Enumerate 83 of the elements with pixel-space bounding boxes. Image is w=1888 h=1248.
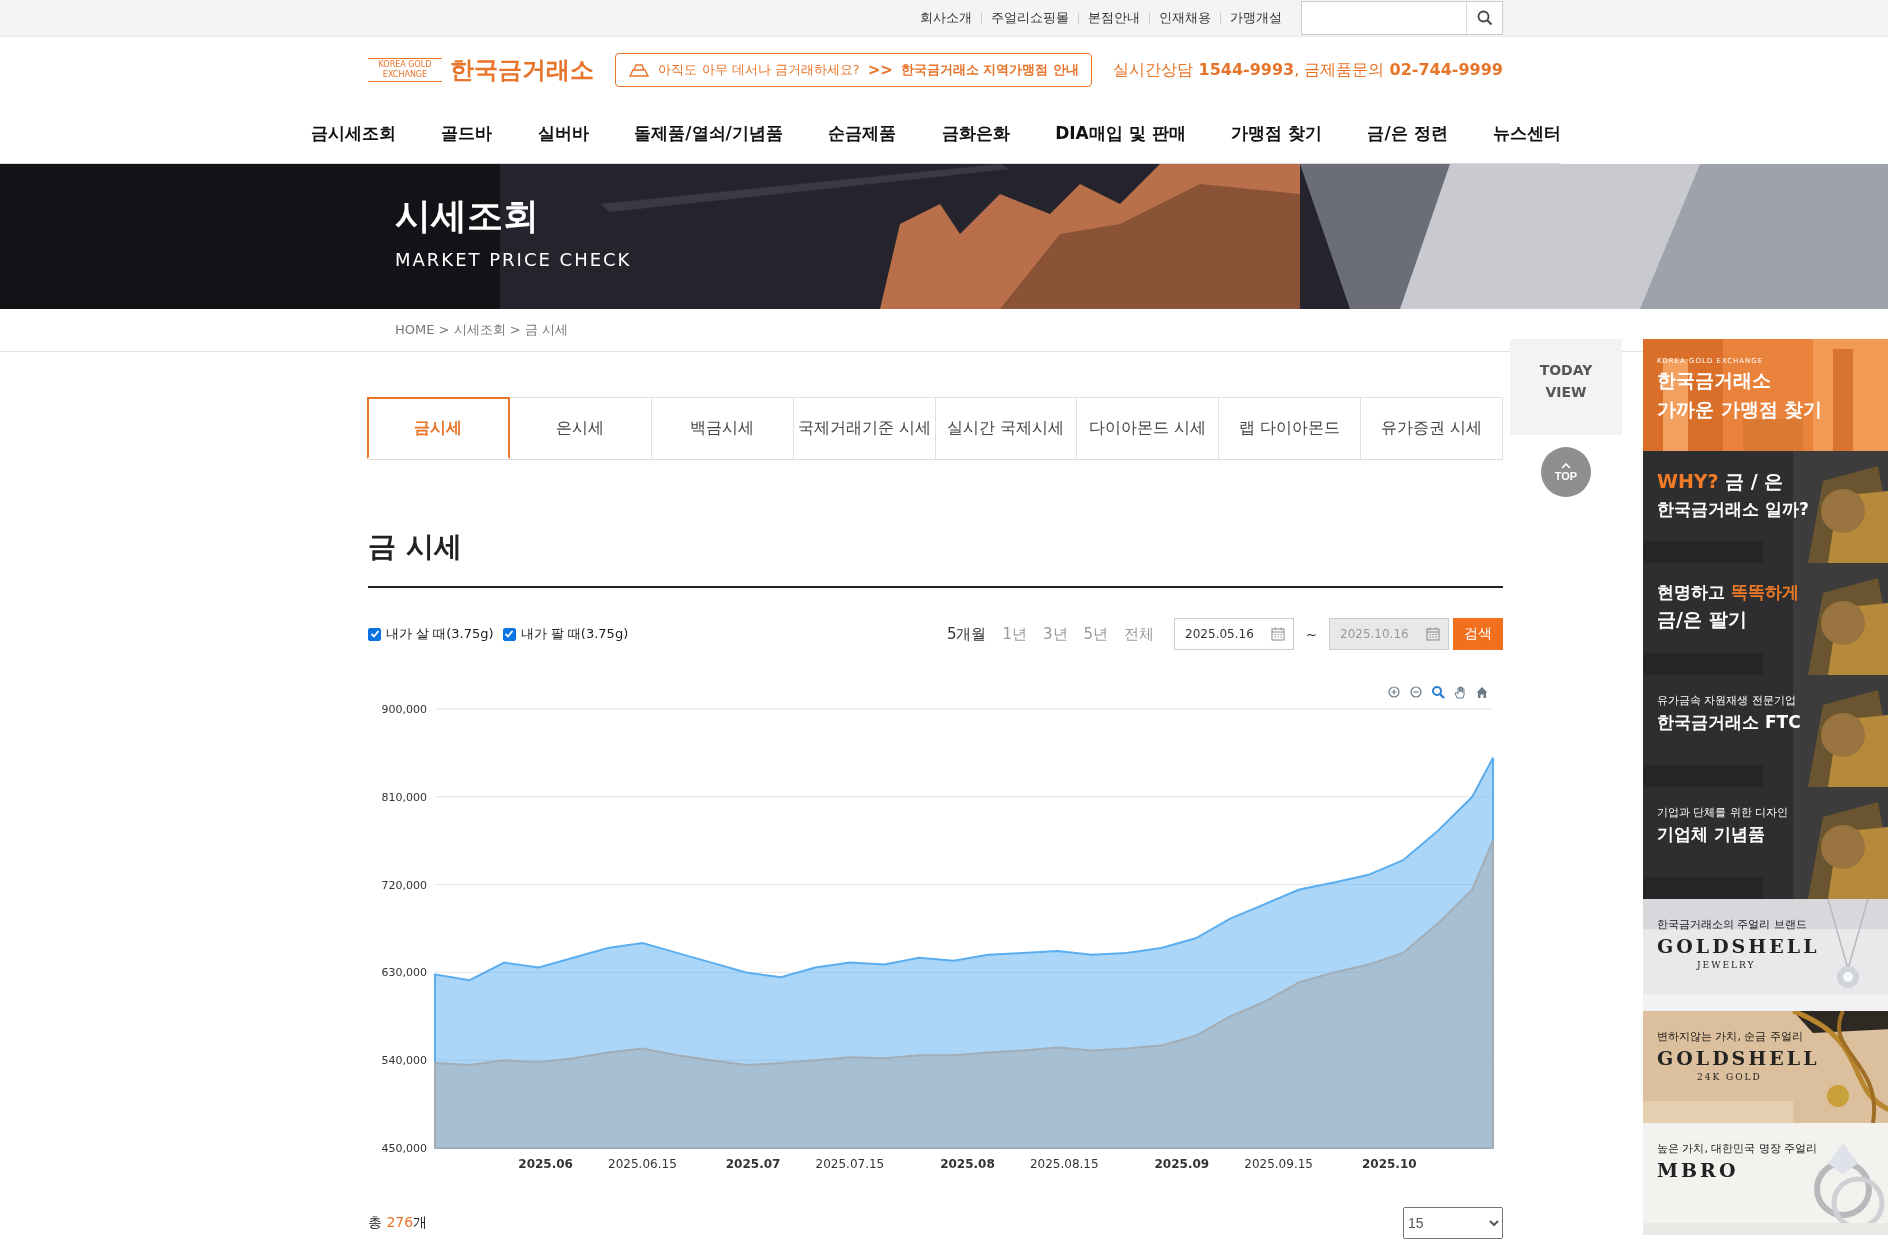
banner-text: 한국금거래소 일까? — [1657, 498, 1809, 521]
top-link[interactable]: 가맹개설 — [1221, 9, 1291, 27]
axis-label: 2025.09.15 — [1244, 1157, 1313, 1171]
search-icon — [1476, 10, 1493, 26]
banner-text: 기업과 단체를 위한 디자인 — [1657, 805, 1789, 820]
nav-item[interactable]: 금화은화 — [941, 121, 1010, 145]
zoom-out-icon[interactable] — [1410, 686, 1422, 698]
promo-banner[interactable]: 유가금속 자원재생 전문기업 한국금거래소 FTC — [1643, 675, 1888, 787]
axis-label: 630,000 — [381, 966, 427, 980]
top-link[interactable]: 인재채용 — [1150, 9, 1220, 27]
nav-item[interactable]: 금/은 정련 — [1367, 121, 1448, 145]
promo-banner[interactable]: 현명하고 똑똑하게 금/은 팔기 — [1643, 563, 1888, 675]
axis-label: 810,000 — [381, 790, 427, 804]
top-link[interactable]: 회사소개 — [911, 9, 981, 27]
banner-text: 높은 가치, 대한민국 명장 주얼리 — [1657, 1141, 1818, 1156]
brand-caption: 24K GOLD — [1697, 1072, 1762, 1082]
brand-logo: MBRO — [1657, 1159, 1739, 1181]
checkbox[interactable] — [368, 627, 381, 641]
top-link[interactable]: 본점안내 — [1079, 9, 1149, 27]
axis-label: 450,000 — [381, 1142, 427, 1155]
today-view-label: TODAY VIEW — [1510, 339, 1622, 435]
home-icon[interactable] — [1476, 687, 1488, 698]
banner-text: 금/은 팔기 — [1657, 607, 1747, 632]
tab[interactable]: 유가증권 시세 — [1360, 397, 1503, 459]
period-option[interactable]: 5개월 — [938, 624, 995, 644]
nav-item[interactable]: 금시세조회 — [311, 121, 396, 145]
axis-label: 2025.06 — [518, 1157, 573, 1171]
axis-label: 2025.07 — [725, 1157, 781, 1171]
magnifier-icon[interactable] — [1432, 686, 1445, 699]
nav-item[interactable]: 실버바 — [537, 121, 589, 145]
search-field[interactable] — [1301, 1, 1503, 35]
banner-text: WHY? 금 / 은 — [1657, 469, 1784, 494]
promo-banner[interactable]: WHY? 금 / 은 한국금거래소 일까? — [1643, 451, 1888, 563]
nav-item[interactable]: 돌제품/열쇠/기념품 — [634, 121, 783, 145]
banner-text: 한국금거래소의 주얼리 브랜드 — [1657, 917, 1807, 932]
nav-item[interactable]: DIA매입 및 판매 — [1055, 121, 1186, 145]
promo-banner[interactable]: 높은 가치, 대한민국 명장 주얼리 MBRO — [1643, 1123, 1888, 1235]
banner-text: 한국금거래소 — [1657, 368, 1771, 393]
promo-banner[interactable]: 기업과 단체를 위한 디자인 기업체 기념품 — [1643, 787, 1888, 899]
breadcrumb: HOME > 시세조회 > 금 시세 — [394, 321, 568, 339]
section-title: 금 시세 — [368, 528, 1503, 588]
nav-item[interactable]: 골드바 — [441, 121, 493, 145]
logo-mark: KOREA GOLD EXCHANGE — [368, 58, 442, 82]
page-title: 시세조회 — [395, 194, 539, 238]
axis-label: 2025.10 — [1361, 1157, 1417, 1171]
banner-text: 유가금속 자원재생 전문기업 — [1657, 693, 1796, 708]
contact-info: 실시간상담 1544-9993, 금제품문의 02-744-9999 — [1113, 59, 1503, 81]
banner-text: 변하지않는 가치, 순금 주얼리 — [1657, 1029, 1803, 1044]
brand-logo: GOLDSHELL — [1657, 1047, 1820, 1069]
checkbox-label: 내가 살 때(3.75g) — [386, 625, 494, 643]
axis-label: 2025.09 — [1154, 1157, 1210, 1171]
nav-item[interactable]: 가맹점 찾기 — [1231, 121, 1322, 145]
top-link[interactable]: 주얼리쇼핑몰 — [982, 9, 1078, 27]
checkbox-label: 내가 팔 때(3.75g) — [520, 625, 629, 643]
caret-icon — [1561, 462, 1571, 469]
checkbox[interactable] — [502, 627, 516, 641]
brand-caption: JEWELRY — [1697, 960, 1756, 970]
banner-text: 한국금거래소 FTC — [1657, 711, 1801, 734]
total-count: 총 276개 — [368, 1214, 428, 1232]
axis-label: 720,000 — [381, 878, 427, 892]
banner-text: 현명하고 똑똑하게 — [1657, 581, 1799, 604]
nav-item[interactable]: 뉴스센터 — [1493, 121, 1561, 145]
date-separator: ~ — [1306, 626, 1317, 642]
page-subtitle: MARKET PRICE CHECK — [395, 249, 632, 270]
hand-icon[interactable] — [1454, 686, 1465, 699]
axis-label: 900,000 — [381, 703, 427, 716]
axis-label: 540,000 — [381, 1054, 427, 1068]
brand-logo: GOLDSHELL — [1657, 935, 1820, 957]
ingot-icon — [628, 63, 651, 77]
axis-label: 2025.06.15 — [608, 1157, 677, 1171]
promo-banner[interactable]: 한국금거래소의 주얼리 브랜드 GOLDSHELL JEWELRY — [1643, 899, 1888, 1011]
calendar-icon — [1426, 627, 1440, 641]
nav-item[interactable]: 순금제품 — [828, 121, 897, 145]
date-field[interactable]: 2025.05.16 — [1174, 618, 1295, 650]
axis-label: 2025.08 — [940, 1157, 995, 1171]
banner-text: 가까운 가맹점 찾기 — [1657, 397, 1823, 422]
page-size-select[interactable]: 15 — [1403, 1207, 1503, 1239]
banner-text: 기업체 기념품 — [1657, 823, 1765, 846]
promo-banner[interactable]: 변하지않는 가치, 순금 주얼리 GOLDSHELL 24K GOLD — [1643, 1011, 1888, 1123]
axis-label: 2025.07.15 — [815, 1157, 885, 1171]
axis-label: 2025.08.15 — [1029, 1157, 1099, 1171]
calendar-icon — [1271, 627, 1286, 641]
zoom-in-icon[interactable] — [1388, 686, 1400, 698]
